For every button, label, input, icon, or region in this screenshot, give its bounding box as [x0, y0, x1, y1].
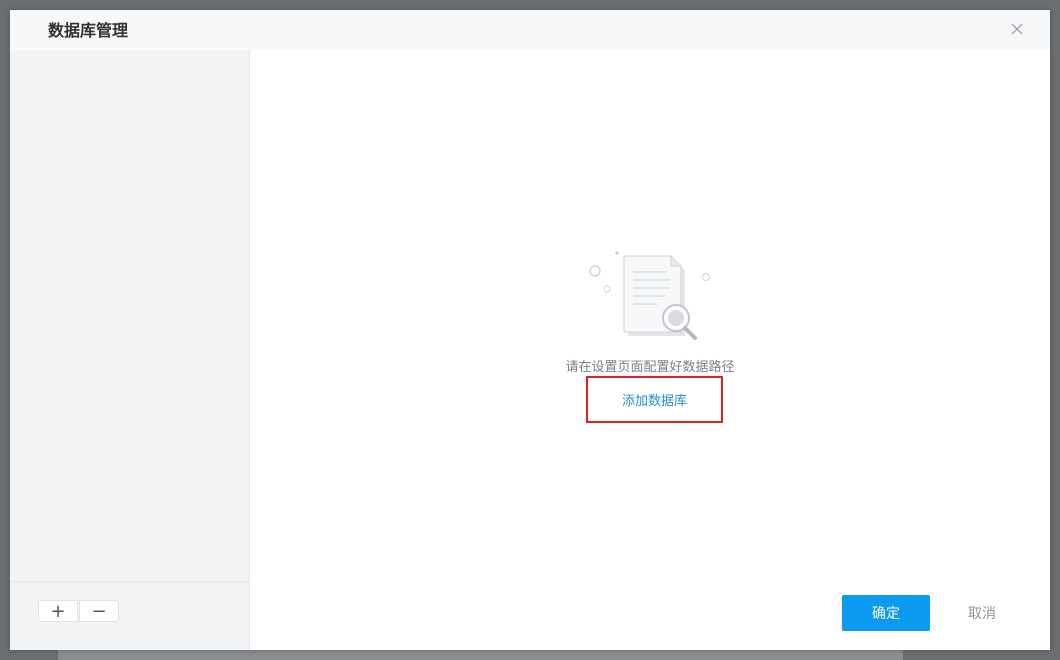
cancel-button[interactable]: 取消: [938, 595, 1026, 631]
minus-icon: −: [91, 600, 107, 622]
add-database-button[interactable]: +: [38, 600, 78, 622]
dialog-title: 数据库管理: [48, 21, 129, 40]
database-list-sidebar: + −: [10, 50, 250, 650]
plus-icon: +: [50, 600, 66, 622]
remove-database-button[interactable]: −: [79, 600, 119, 622]
database-management-dialog: 数据库管理 + − 请在设置页面配置好数据路径 添加数据库 确定 取消: [10, 10, 1050, 650]
sidebar-footer: + −: [10, 581, 249, 650]
main-panel: 请在设置页面配置好数据路径 添加数据库 确定 取消: [250, 50, 1050, 650]
confirm-button[interactable]: 确定: [842, 595, 930, 631]
document-search-icon: [589, 251, 710, 340]
dialog-header: 数据库管理: [10, 10, 1050, 50]
empty-state-message: 请在设置页面配置好数据路径: [565, 360, 735, 375]
close-button[interactable]: [1010, 21, 1024, 35]
close-icon: [1011, 23, 1023, 35]
add-database-link[interactable]: 添加数据库: [586, 376, 723, 423]
background-window-edge: [58, 650, 903, 660]
